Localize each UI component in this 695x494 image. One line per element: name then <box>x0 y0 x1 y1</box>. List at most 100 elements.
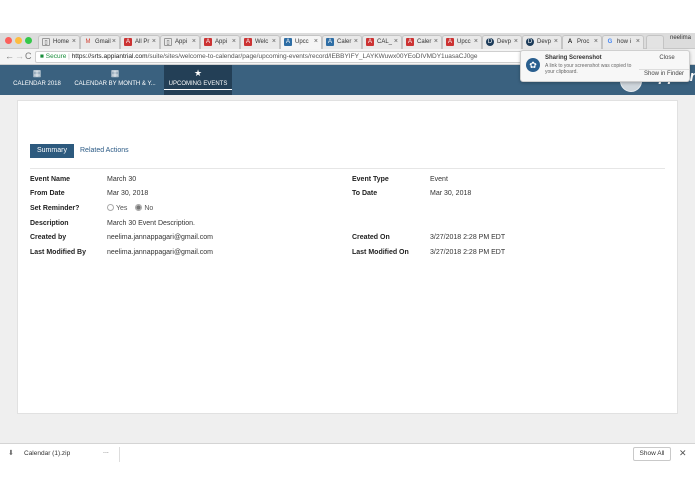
notification-body: A link to your screenshot was copied to … <box>545 63 632 75</box>
nav-tab-upcoming-events[interactable]: ★ UPCOMING EVENTS <box>164 65 232 95</box>
field-value: Mar 30, 2018 <box>430 190 472 197</box>
browser-tab[interactable]: A All Pr × <box>120 35 160 49</box>
appian-icon: A <box>244 38 252 46</box>
browser-tab[interactable]: M Gmail × <box>80 35 120 49</box>
lock-icon: ■ <box>40 53 44 60</box>
back-arrow-icon[interactable]: ← <box>5 51 14 61</box>
field-value: March 30 <box>107 176 137 183</box>
download-options-button[interactable]: ... <box>103 448 109 455</box>
screenshot-notification: ✿ Sharing Screenshot A link to your scre… <box>520 50 690 82</box>
close-tab-icon[interactable]: × <box>474 36 478 48</box>
a-icon: A <box>567 39 573 45</box>
browser-tab[interactable]: ▯ Appi × <box>160 35 200 49</box>
zoom-window-icon[interactable] <box>25 37 32 44</box>
url-input[interactable]: ■ Secure | https://srts.appiantrial.com/… <box>35 51 525 63</box>
show-all-button[interactable]: Show All <box>633 447 671 461</box>
browser-tab[interactable]: ▯ Home × <box>38 35 80 49</box>
reload-icon[interactable]: C <box>25 51 32 61</box>
devpost-icon: D <box>486 38 494 46</box>
field-label: Event Name <box>30 176 71 183</box>
divider <box>30 168 665 169</box>
star-icon: ★ <box>193 68 203 78</box>
close-tab-icon[interactable]: × <box>354 36 358 48</box>
close-icon[interactable]: ✕ <box>679 448 687 459</box>
browser-tab[interactable]: D Devp × <box>522 35 562 49</box>
close-tab-icon[interactable]: × <box>594 36 598 48</box>
close-tab-icon[interactable]: × <box>636 36 640 48</box>
close-tab-icon[interactable]: × <box>72 36 76 48</box>
appian-blue-icon: A <box>326 38 334 46</box>
browser-tab[interactable]: A Proc × <box>562 35 602 49</box>
profile-name[interactable]: neelima <box>670 35 691 41</box>
show-in-finder-button[interactable]: Show in Finder <box>639 69 689 77</box>
notification-close-button[interactable]: Close <box>645 55 689 61</box>
nav-tab-calendar-by-month[interactable]: ▦ CALENDAR BY MONTH & Y... <box>70 65 160 95</box>
field-label: Description <box>30 220 69 227</box>
appian-blue-icon: A <box>284 38 292 46</box>
field-label: Set Reminder? <box>30 205 80 212</box>
nav-tab-calendar-2018[interactable]: ▦ CALENDAR 2018 <box>8 65 66 95</box>
field-label: Created by <box>30 234 67 241</box>
google-icon: G <box>607 39 613 45</box>
browser-tab[interactable]: A Upcc × <box>442 35 482 49</box>
close-tab-icon[interactable]: × <box>394 36 398 48</box>
download-shelf: ⬇ Calendar (1).zip ... Show All ✕ <box>0 443 695 464</box>
browser-tab[interactable]: A Caler × <box>322 35 362 49</box>
download-file-name[interactable]: Calendar (1).zip <box>24 450 70 457</box>
field-value: neelima.jannappagari@gmail.com <box>107 249 213 256</box>
field-value: neelima.jannappagari@gmail.com <box>107 234 213 241</box>
reminder-radio-group: Yes No <box>107 204 159 212</box>
field-value: March 30 Event Description. <box>107 220 195 227</box>
field-value: Event <box>430 176 448 183</box>
page-icon: ▯ <box>42 38 50 46</box>
appian-icon: A <box>366 38 374 46</box>
devpost-icon: D <box>526 38 534 46</box>
close-tab-icon[interactable]: × <box>232 36 236 48</box>
browser-tab-bar: ▯ Home × M Gmail × A All Pr × ▯ Appi × A Appi × AW… <box>0 33 695 49</box>
appian-icon: A <box>124 38 132 46</box>
browser-tab[interactable]: A CAL_ × <box>362 35 402 49</box>
browser-tab[interactable]: D Devp × <box>482 35 522 49</box>
notification-title: Sharing Screenshot <box>545 55 602 61</box>
field-label: To Date <box>352 190 378 197</box>
tab-summary[interactable]: Summary <box>30 144 74 158</box>
new-tab-button[interactable] <box>646 35 664 49</box>
close-tab-icon[interactable]: × <box>554 36 558 48</box>
gmail-icon: M <box>85 39 91 45</box>
close-tab-icon[interactable]: × <box>112 36 116 48</box>
appian-icon: A <box>446 38 454 46</box>
browser-tab[interactable]: Ghow i × <box>602 35 644 49</box>
browser-tab[interactable]: A Appi × <box>200 35 240 49</box>
field-label: Last Modified By <box>30 249 87 256</box>
field-label: Created On <box>352 234 390 241</box>
reminder-yes-radio[interactable] <box>107 204 114 211</box>
browser-tab[interactable]: A Welc × <box>240 35 280 49</box>
radio-label: Yes <box>116 205 128 212</box>
screenshot-share-icon: ✿ <box>526 58 540 72</box>
browser-tab-active[interactable]: A Upcc × <box>280 35 322 49</box>
record-card: Summary Related Actions Event Name March… <box>17 100 678 414</box>
page-icon: ▯ <box>164 38 172 46</box>
appian-icon: A <box>406 38 414 46</box>
close-tab-icon[interactable]: × <box>192 36 196 48</box>
field-label: Event Type <box>352 176 389 183</box>
reminder-no-radio[interactable] <box>135 204 143 211</box>
forward-arrow-icon[interactable]: → <box>15 51 24 61</box>
browser-tab[interactable]: A Caler × <box>402 35 442 49</box>
radio-label: No <box>144 205 154 212</box>
close-window-icon[interactable] <box>5 37 12 44</box>
minimize-window-icon[interactable] <box>15 37 22 44</box>
close-tab-icon[interactable]: × <box>272 36 276 48</box>
close-tab-icon[interactable]: × <box>514 36 518 48</box>
tab-related-actions[interactable]: Related Actions <box>80 144 129 158</box>
bottom-margin <box>0 464 695 494</box>
calendar-icon: ▦ <box>110 68 120 78</box>
top-margin <box>0 0 695 33</box>
close-tab-icon[interactable]: × <box>314 36 318 48</box>
close-tab-icon[interactable]: × <box>434 36 438 48</box>
close-tab-icon[interactable]: × <box>152 36 156 48</box>
field-value: 3/27/2018 2:28 PM EDT <box>430 234 506 241</box>
appian-icon: A <box>204 38 212 46</box>
divider <box>119 447 120 462</box>
file-download-icon: ⬇ <box>8 450 14 457</box>
